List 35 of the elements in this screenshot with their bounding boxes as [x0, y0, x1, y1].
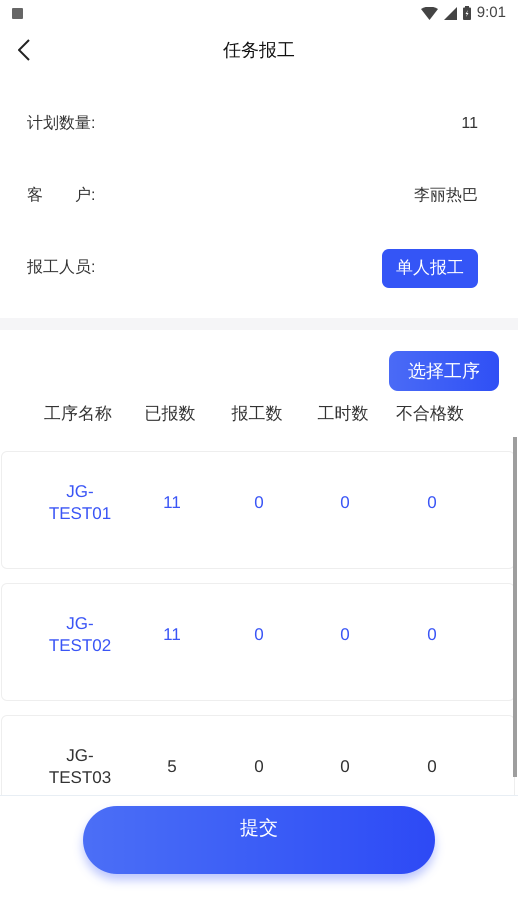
submit-button[interactable]: 提交	[83, 806, 435, 874]
table-cell: 11	[163, 624, 181, 646]
field-label: 客 户:	[27, 186, 96, 206]
battery-icon	[462, 6, 471, 20]
field-value: 李丽热巴	[414, 186, 478, 206]
table-cell: 0	[427, 624, 437, 646]
table-cell: 0	[340, 624, 350, 646]
single-report-button[interactable]: 单人报工	[382, 248, 478, 288]
wifi-icon	[420, 6, 438, 20]
page-title: 任务报工	[223, 38, 295, 62]
field-value: 11	[461, 114, 478, 134]
table-cell: 0	[254, 756, 264, 778]
field-label: 计划数量:	[27, 114, 96, 134]
column-header: 报工数	[230, 403, 284, 426]
table-cell: 0	[427, 756, 437, 778]
table-cell-text: JG-TEST03	[48, 745, 112, 789]
table-cell: 0	[340, 492, 350, 514]
signal-icon	[444, 6, 457, 20]
status-time: 9:01	[476, 2, 506, 23]
table-cell: 0	[254, 624, 264, 646]
table-cell-text: JG-TEST01	[48, 481, 112, 525]
column-header: 不合格数	[395, 403, 465, 426]
table-cell: 5	[167, 756, 177, 778]
table-cell-text: JG-TEST02	[48, 613, 112, 657]
field-label: 报工人员:	[27, 258, 96, 278]
column-header: 已报数	[144, 403, 196, 426]
column-header: 工序名称	[43, 403, 113, 426]
notification-icon	[12, 8, 23, 18]
table-cell: 0	[340, 756, 350, 778]
select-process-button[interactable]: 选择工序	[389, 351, 499, 391]
column-header: 工时数	[316, 403, 370, 426]
table-cell: 0	[427, 492, 437, 514]
table-cell: 11	[163, 492, 181, 514]
scrollbar-thumb[interactable]	[513, 437, 517, 777]
table-cell: 0	[254, 492, 264, 514]
